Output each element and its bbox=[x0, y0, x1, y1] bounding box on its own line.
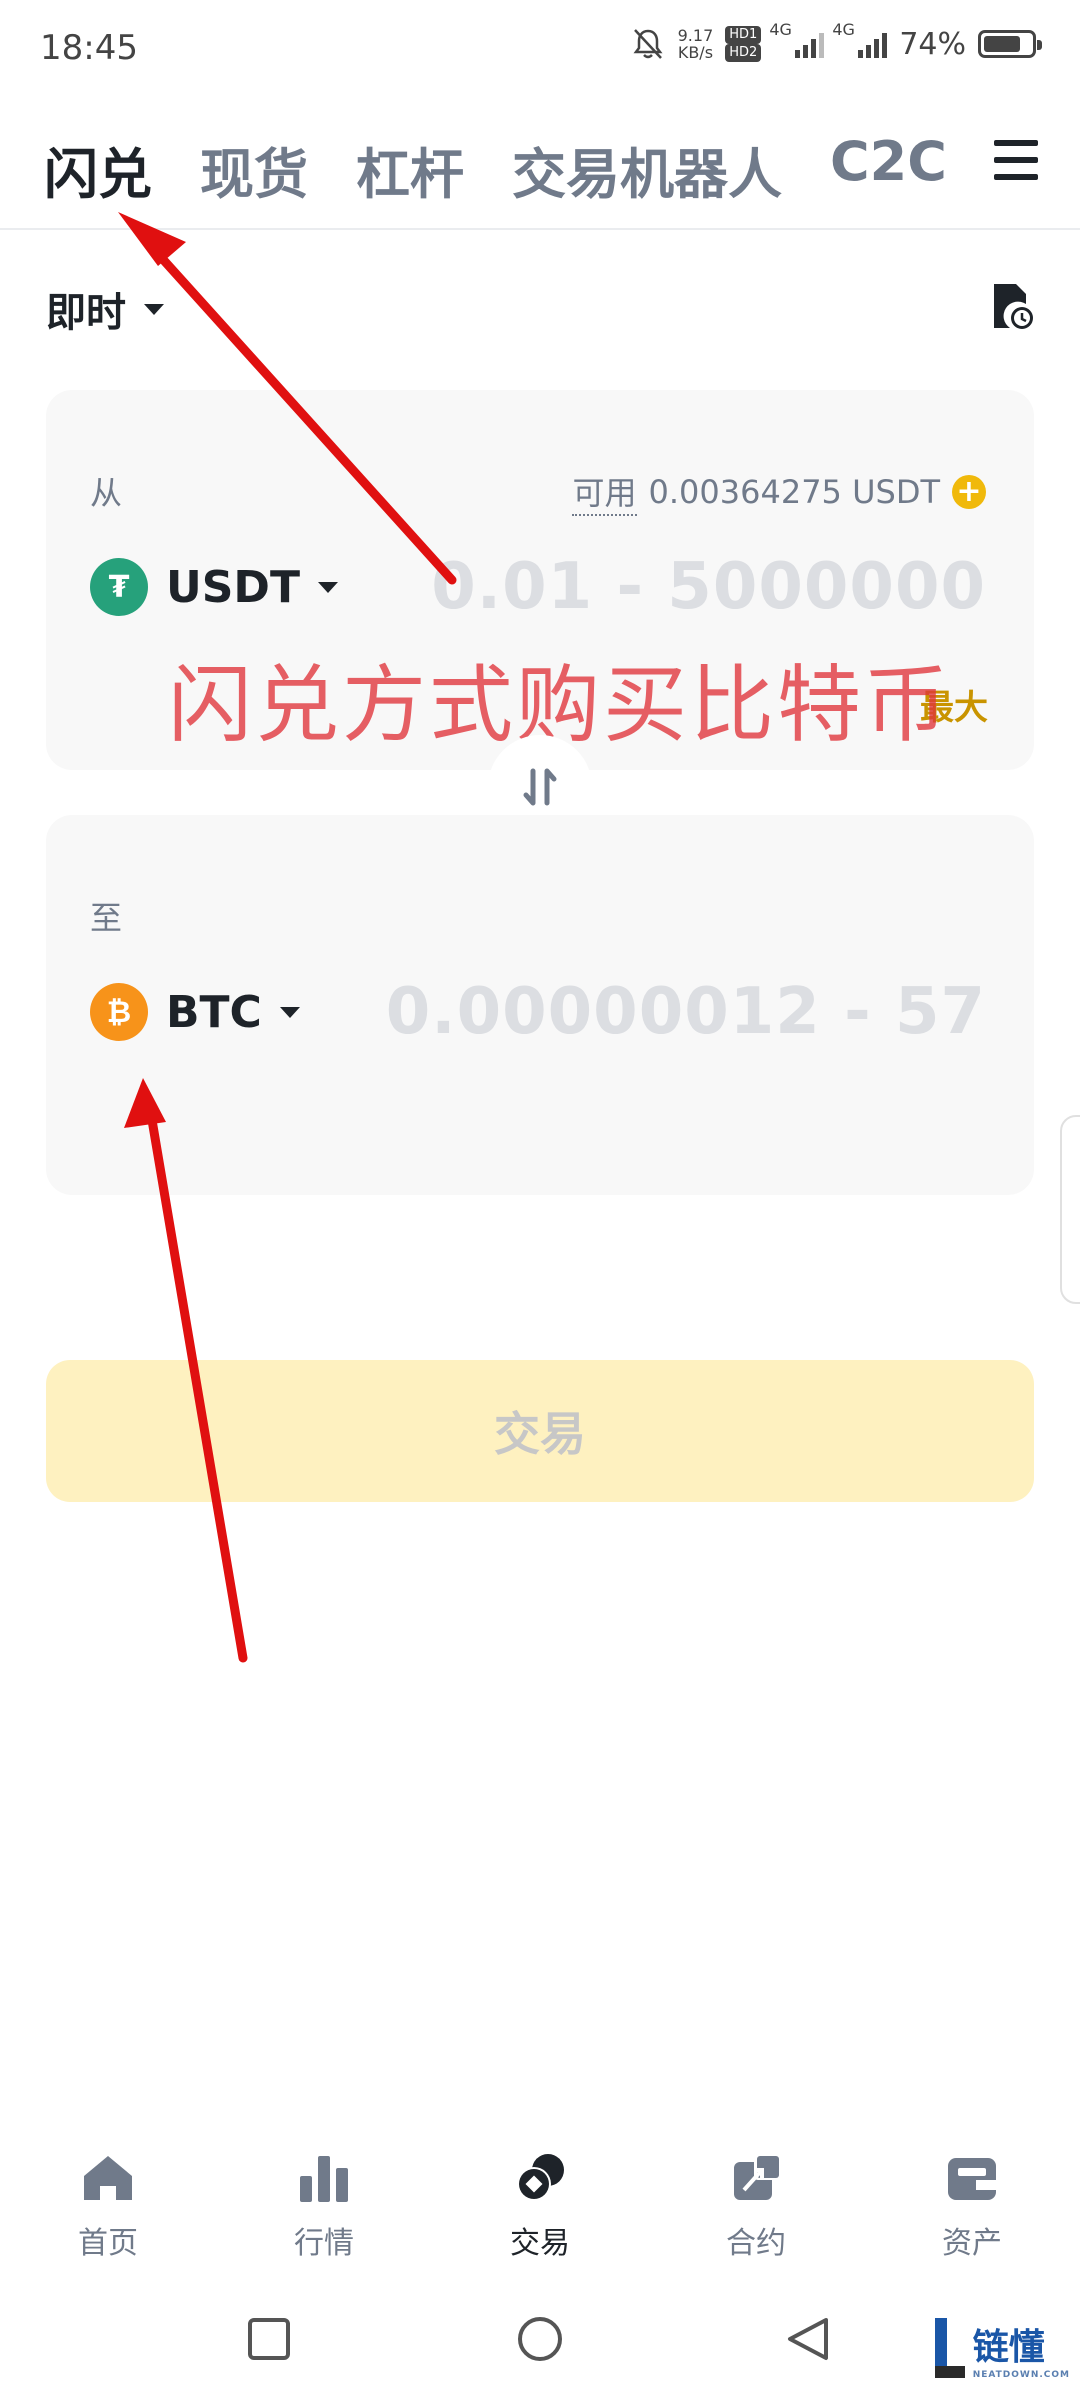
from-coin-name: USDT bbox=[166, 561, 300, 613]
to-coin-name: BTC bbox=[166, 986, 262, 1038]
net-speed: 9.17 KB/s bbox=[678, 27, 714, 61]
back-icon[interactable] bbox=[788, 2318, 828, 2360]
watermark-l-icon bbox=[934, 2318, 965, 2378]
futures-icon bbox=[734, 2154, 780, 2200]
home-button-icon[interactable] bbox=[518, 2317, 562, 2361]
watermark-logo: 链懂 NEATDOWN.COM bbox=[933, 2318, 1070, 2380]
trade-tabs: 闪兑 现货 杠杆 交易机器人 C2C bbox=[44, 130, 947, 209]
tab-convert[interactable]: 闪兑 bbox=[44, 130, 152, 209]
from-label: 从 bbox=[90, 474, 123, 512]
arrow-head bbox=[118, 212, 186, 266]
from-coin-selector[interactable]: ₮ USDT bbox=[90, 558, 338, 616]
trade-button[interactable]: 交易 bbox=[46, 1360, 1034, 1502]
caret-down-icon bbox=[144, 303, 164, 315]
signal-1-icon: 4G bbox=[769, 20, 825, 58]
recent-apps-icon[interactable] bbox=[248, 2318, 290, 2360]
nav-markets[interactable]: 行情 bbox=[224, 2150, 424, 2270]
caret-down-icon bbox=[279, 1006, 300, 1018]
hd-badge: HD1 HD2 bbox=[725, 26, 762, 62]
nav-label: 交易 bbox=[510, 2226, 570, 2261]
btc-coin-icon: ₿ bbox=[90, 983, 148, 1041]
to-label: 至 bbox=[90, 899, 123, 937]
nav-home[interactable]: 首页 bbox=[8, 2150, 208, 2270]
usdt-coin-icon: ₮ bbox=[90, 558, 148, 616]
nav-trade[interactable]: 交易 bbox=[440, 2150, 640, 2270]
available-value: 0.00364275 USDT bbox=[648, 473, 941, 511]
from-amount-input[interactable]: 0.01 - 5000000 bbox=[431, 550, 986, 624]
bottom-nav: 首页 行情 交易 合约 资产 bbox=[0, 2150, 1080, 2270]
swap-arrows-icon bbox=[523, 768, 557, 806]
trade-icon bbox=[517, 2154, 564, 2201]
to-card: 至 ₿ BTC 0.00000012 - 57 bbox=[46, 815, 1034, 1195]
deposit-plus-icon[interactable]: + bbox=[952, 475, 986, 509]
battery-icon bbox=[978, 30, 1042, 58]
nav-label: 资产 bbox=[942, 2226, 1002, 2261]
home-icon bbox=[84, 2156, 132, 2200]
divider bbox=[0, 228, 1080, 230]
mute-bell-icon bbox=[633, 29, 663, 59]
signal-2-label: 4G bbox=[832, 20, 855, 39]
signal-2-icon: 4G bbox=[832, 20, 888, 58]
caret-down-icon bbox=[317, 581, 338, 593]
battery-percent: 74% bbox=[899, 26, 966, 62]
order-history-icon[interactable] bbox=[990, 282, 1036, 332]
tab-trading-bots[interactable]: 交易机器人 bbox=[512, 130, 782, 209]
net-speed-value: 9.17 bbox=[677, 26, 714, 45]
available-balance: 可用 0.00364275 USDT + bbox=[572, 468, 986, 516]
system-nav-bar bbox=[248, 2317, 828, 2361]
hd2-label: HD2 bbox=[725, 44, 762, 62]
to-coin-selector[interactable]: ₿ BTC bbox=[90, 983, 300, 1041]
mode-label: 即时 bbox=[46, 290, 126, 336]
to-amount-input[interactable]: 0.00000012 - 57 bbox=[386, 975, 986, 1049]
watermark-sub: NEATDOWN.COM bbox=[972, 2370, 1070, 2380]
mode-dropdown[interactable]: 即时 bbox=[46, 280, 164, 338]
chart-bars-icon bbox=[300, 2156, 348, 2202]
signal-1-label: 4G bbox=[769, 20, 792, 39]
side-drawer-handle[interactable] bbox=[1060, 1115, 1080, 1304]
nav-label: 首页 bbox=[78, 2226, 138, 2261]
nav-assets[interactable]: 资产 bbox=[872, 2150, 1072, 2270]
tab-c2c[interactable]: C2C bbox=[830, 130, 947, 209]
tab-margin[interactable]: 杠杆 bbox=[356, 130, 464, 209]
available-label: 可用 bbox=[572, 468, 637, 516]
tab-spot[interactable]: 现货 bbox=[200, 130, 308, 209]
status-icons: 9.17 KB/s HD1 HD2 4G 4G 74% bbox=[630, 20, 1042, 62]
net-speed-unit: KB/s bbox=[677, 43, 714, 62]
status-time: 18:45 bbox=[40, 28, 138, 68]
annotation-arrows bbox=[118, 212, 457, 1663]
nav-futures[interactable]: 合约 bbox=[656, 2150, 856, 2270]
watermark-brand: 链懂 bbox=[972, 2327, 1045, 2368]
menu-icon[interactable] bbox=[994, 140, 1038, 191]
nav-label: 合约 bbox=[726, 2226, 786, 2261]
hd1-label: HD1 bbox=[725, 26, 762, 44]
nav-label: 行情 bbox=[294, 2226, 354, 2261]
wallet-icon bbox=[948, 2158, 996, 2200]
